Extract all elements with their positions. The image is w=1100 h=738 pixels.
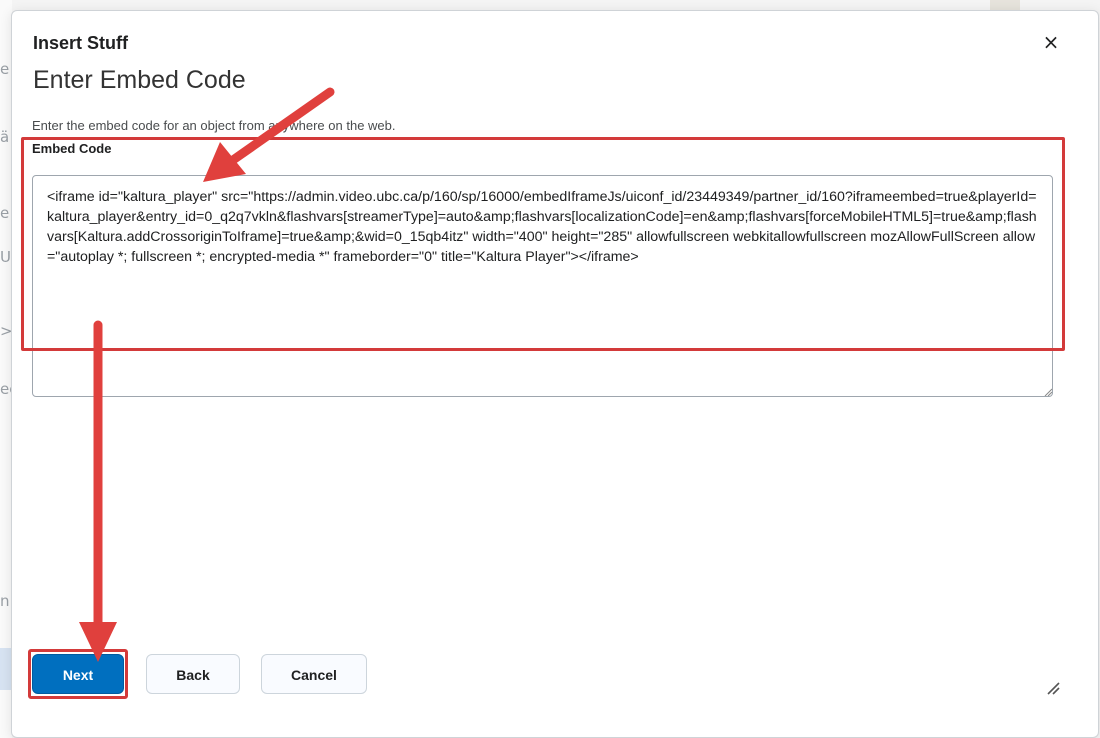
close-icon: × [1042,30,1060,54]
page-heading: Enter Embed Code [33,66,246,94]
dialog-title: Insert Stuff [33,33,129,53]
instructions-text: Enter the embed code for an object from … [32,118,396,133]
cancel-button[interactable]: Cancel [261,654,367,694]
resize-grip-icon[interactable] [1044,388,1052,396]
background-text-fragment: ä [0,128,10,146]
background-page-fragment [990,0,1020,10]
background-text-fragment: n [0,592,10,610]
back-button[interactable]: Back [146,654,240,694]
close-button[interactable]: × [1039,30,1063,54]
resize-grip-icon[interactable] [1046,681,1060,695]
annotation-highlight-embed-code [21,137,1065,351]
background-text-fragment: e [0,204,10,222]
background-text-fragment: U [0,248,11,266]
annotation-highlight-next-button [28,649,128,699]
background-text-fragment: e [0,60,10,78]
